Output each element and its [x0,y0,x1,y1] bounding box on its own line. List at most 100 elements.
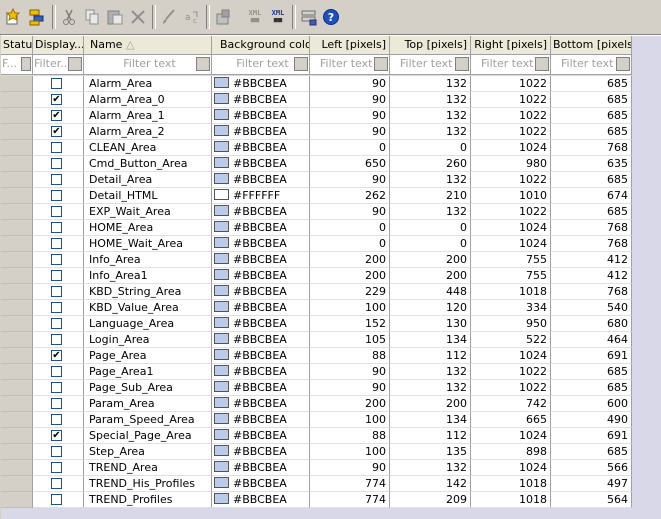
display-cell[interactable] [33,444,84,460]
filter-right[interactable]: Filter text [471,55,551,75]
display-checkbox[interactable] [51,222,62,233]
table-row[interactable]: Login_Area #BBCBEA 105 134 522 464 [1,332,632,348]
display-checkbox[interactable] [51,302,62,313]
right-cell[interactable]: 980 [471,156,551,172]
name-cell[interactable]: HOME_Wait_Area [84,236,212,252]
display-cell[interactable] [33,188,84,204]
color-cell[interactable]: #BBCBEA [212,476,310,492]
left-cell[interactable]: 650 [310,156,390,172]
filter-bottom[interactable]: Filter text [551,55,632,75]
color-cell[interactable]: #BBCBEA [212,348,310,364]
color-cell[interactable]: #BBCBEA [212,364,310,380]
top-cell[interactable]: 132 [390,92,471,108]
bottom-cell[interactable]: 490 [551,412,632,428]
color-cell[interactable]: #BBCBEA [212,92,310,108]
name-cell[interactable]: Info_Area1 [84,268,212,284]
bottom-cell[interactable]: 600 [551,396,632,412]
left-cell[interactable]: 90 [310,204,390,220]
find-replace-icon[interactable]: ac [181,6,203,28]
top-cell[interactable]: 260 [390,156,471,172]
display-checkbox[interactable] [51,254,62,265]
top-cell[interactable]: 132 [390,364,471,380]
column-header-right[interactable]: Right [pixels] [471,36,551,55]
bottom-cell[interactable]: 464 [551,332,632,348]
left-cell[interactable]: 90 [310,172,390,188]
bottom-cell[interactable]: 566 [551,460,632,476]
right-cell[interactable]: 1022 [471,204,551,220]
filter-icon[interactable] [21,57,31,71]
display-cell[interactable] [33,316,84,332]
filter-icon[interactable] [196,57,210,71]
display-cell[interactable] [33,460,84,476]
top-cell[interactable]: 448 [390,284,471,300]
color-cell[interactable]: #BBCBEA [212,76,310,92]
display-cell[interactable] [33,156,84,172]
display-cell[interactable]: ✔ [33,124,84,140]
column-header-background-color[interactable]: Background color [212,36,310,55]
display-checkbox[interactable] [51,494,62,505]
name-cell[interactable]: Alarm_Area_0 [84,92,212,108]
table-row[interactable]: Page_Sub_Area #BBCBEA 90 132 1022 685 [1,380,632,396]
brush-icon[interactable] [158,6,180,28]
table-row[interactable]: Param_Area #BBCBEA 200 200 742 600 [1,396,632,412]
display-checkbox[interactable] [51,462,62,473]
delete-icon[interactable] [127,6,149,28]
top-cell[interactable]: 134 [390,332,471,348]
top-cell[interactable]: 210 [390,188,471,204]
top-cell[interactable]: 132 [390,172,471,188]
display-checkbox[interactable] [51,334,62,345]
filter-background-color[interactable]: Filter text [212,55,310,75]
right-cell[interactable]: 1024 [471,140,551,156]
table-row[interactable]: Detail_Area #BBCBEA 90 132 1022 685 [1,172,632,188]
display-checkbox[interactable] [51,286,62,297]
left-cell[interactable]: 88 [310,348,390,364]
bottom-cell[interactable]: 768 [551,236,632,252]
left-cell[interactable]: 90 [310,380,390,396]
display-checkbox[interactable] [51,446,62,457]
name-cell[interactable]: KBD_Value_Area [84,300,212,316]
right-cell[interactable]: 1022 [471,92,551,108]
left-cell[interactable]: 200 [310,252,390,268]
display-checkbox[interactable]: ✔ [51,126,62,137]
top-cell[interactable]: 0 [390,236,471,252]
filter-status[interactable]: F... [1,55,33,75]
bottom-cell[interactable]: 564 [551,492,632,508]
name-cell[interactable]: HOME_Area [84,220,212,236]
top-cell[interactable]: 112 [390,428,471,444]
name-cell[interactable]: Cmd_Button_Area [84,156,212,172]
bottom-cell[interactable]: 540 [551,300,632,316]
display-cell[interactable]: ✔ [33,428,84,444]
top-cell[interactable]: 132 [390,380,471,396]
left-cell[interactable]: 262 [310,188,390,204]
name-cell[interactable]: Page_Area [84,348,212,364]
table-row[interactable]: ✔ Alarm_Area_1 #BBCBEA 90 132 1022 685 [1,108,632,124]
display-cell[interactable]: ✔ [33,92,84,108]
display-cell[interactable] [33,252,84,268]
left-cell[interactable]: 90 [310,92,390,108]
left-cell[interactable]: 200 [310,268,390,284]
top-cell[interactable]: 132 [390,108,471,124]
name-cell[interactable]: Param_Area [84,396,212,412]
left-cell[interactable]: 105 [310,332,390,348]
top-cell[interactable]: 0 [390,220,471,236]
display-cell[interactable] [33,204,84,220]
top-cell[interactable]: 200 [390,396,471,412]
filter-icon[interactable] [455,57,469,71]
left-cell[interactable]: 90 [310,108,390,124]
left-cell[interactable]: 90 [310,76,390,92]
filter-name[interactable]: Filter text [84,55,212,75]
bottom-cell[interactable]: 691 [551,348,632,364]
color-cell[interactable]: #BBCBEA [212,108,310,124]
top-cell[interactable]: 142 [390,476,471,492]
cut-icon[interactable] [58,6,80,28]
left-cell[interactable]: 152 [310,316,390,332]
properties-icon[interactable] [212,6,234,28]
bottom-cell[interactable]: 685 [551,444,632,460]
name-cell[interactable]: Alarm_Area_1 [84,108,212,124]
table-row[interactable]: TREND_Area #BBCBEA 90 132 1024 566 [1,460,632,476]
name-cell[interactable]: TREND_His_Profiles [84,476,212,492]
table-row[interactable]: ✔ Alarm_Area_2 #BBCBEA 90 132 1022 685 [1,124,632,140]
table-row[interactable]: HOME_Area #BBCBEA 0 0 1024 768 [1,220,632,236]
name-cell[interactable]: EXP_Wait_Area [84,204,212,220]
table-row[interactable]: ✔ Special_Page_Area #BBCBEA 88 112 1024 691 [1,428,632,444]
